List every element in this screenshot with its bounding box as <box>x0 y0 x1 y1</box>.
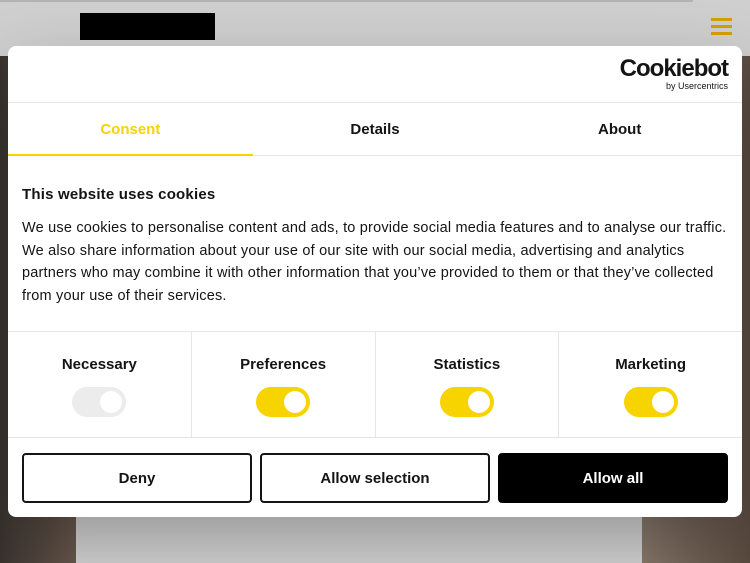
consent-buttons: Deny Allow selection Allow all <box>8 438 742 503</box>
toggle-group-marketing: Marketing <box>559 332 742 437</box>
statistics-toggle[interactable] <box>439 387 494 417</box>
toggle-label-statistics: Statistics <box>433 356 501 373</box>
cookiebot-logo[interactable]: Cookiebot by Usercentrics <box>619 55 729 92</box>
necessary-toggle[interactable] <box>72 387 127 417</box>
allow-all-button[interactable]: Allow all <box>498 453 728 503</box>
tab-details[interactable]: Details <box>253 103 498 155</box>
toggle-knob <box>467 391 490 413</box>
marketing-toggle[interactable] <box>623 387 678 417</box>
toggle-label-preferences: Preferences <box>240 356 327 373</box>
brand-name: Cookiebot <box>619 55 729 82</box>
header-top-line <box>0 0 693 2</box>
toggle-label-necessary: Necessary <box>61 356 137 373</box>
toggle-group-preferences: Preferences <box>192 332 376 437</box>
site-logo[interactable] <box>80 13 215 40</box>
toggle-group-statistics: Statistics <box>376 332 560 437</box>
brand-by-line: by Usercentrics <box>665 81 728 91</box>
consent-description: We use cookies to personalise content an… <box>22 220 727 304</box>
tab-consent[interactable]: Consent <box>8 103 253 156</box>
deny-button[interactable]: Deny <box>22 453 252 503</box>
consent-heading: This website uses cookies <box>22 186 216 203</box>
cookie-category-toggles: Necessary Preferences Statistics Marketi… <box>8 332 742 438</box>
toggle-knob <box>284 391 307 413</box>
toggle-group-necessary: Necessary <box>8 332 192 437</box>
toggle-knob <box>100 391 123 413</box>
cookie-consent-dialog: Cookiebot by Usercentrics Consent Detail… <box>8 46 742 517</box>
hamburger-menu-icon[interactable] <box>711 18 732 35</box>
dialog-header: Cookiebot by Usercentrics <box>8 46 742 103</box>
allow-selection-button[interactable]: Allow selection <box>260 453 490 503</box>
consent-body: This website uses cookies We use cookies… <box>8 156 742 332</box>
tab-about[interactable]: About <box>497 103 742 155</box>
toggle-label-marketing: Marketing <box>615 356 687 373</box>
consent-tabs: Consent Details About <box>8 103 742 156</box>
preferences-toggle[interactable] <box>256 387 311 417</box>
toggle-knob <box>651 391 674 413</box>
